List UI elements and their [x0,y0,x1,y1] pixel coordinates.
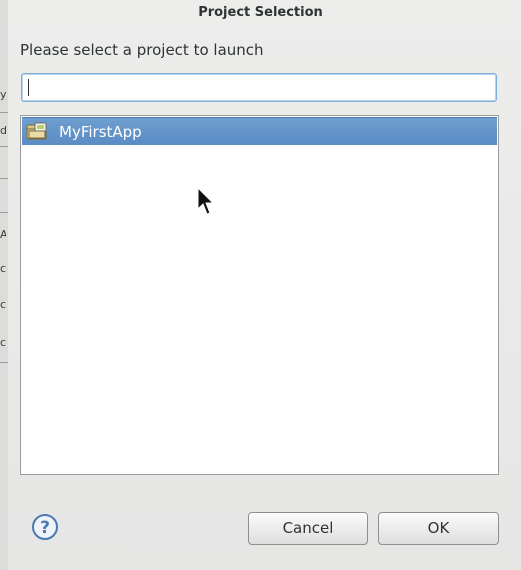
project-selection-dialog: y d A c c c Project Selection Please sel… [0,0,521,570]
help-icon[interactable]: ? [31,513,59,541]
prompt-label: Please select a project to launch [20,41,264,59]
list-item-myfirstapp[interactable]: MyFirstApp [22,117,497,145]
cancel-button[interactable]: Cancel [248,512,368,545]
ok-button[interactable]: OK [378,512,499,545]
text-caret [28,79,29,96]
svg-text:?: ? [40,518,50,538]
project-list[interactable]: MyFirstApp [20,115,499,475]
background-window-edge: y d A c c c [0,0,8,570]
android-project-folder-icon [26,122,48,140]
project-name: MyFirstApp [59,123,142,141]
project-filter-input[interactable] [21,73,497,102]
mouse-pointer-icon [197,186,217,217]
title-bar[interactable]: Project Selection [0,0,521,26]
dialog-title: Project Selection [198,5,323,20]
